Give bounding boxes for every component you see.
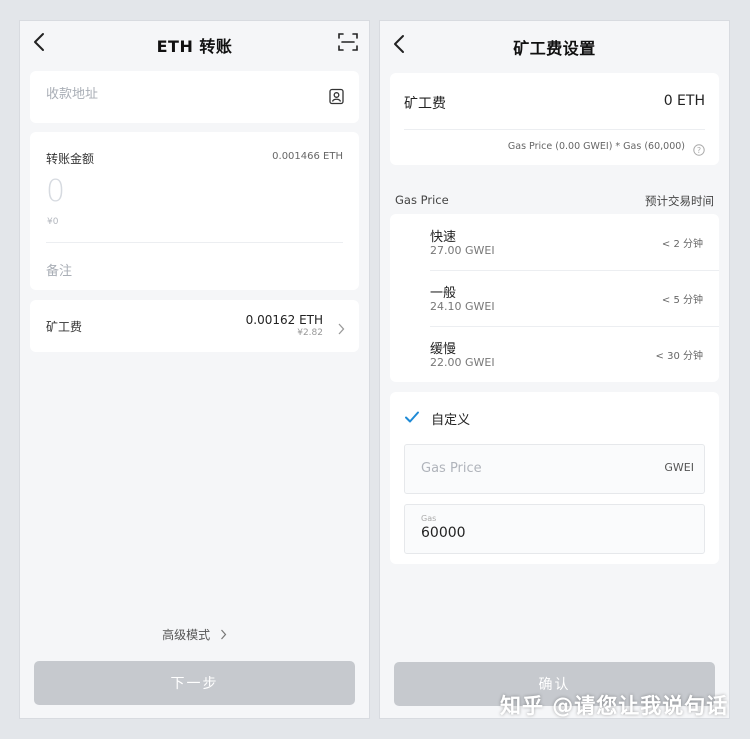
scan-icon[interactable]	[337, 31, 359, 53]
checkmark-icon	[404, 409, 420, 428]
contact-book-icon[interactable]	[328, 88, 345, 109]
address-card	[30, 71, 359, 123]
fee-label: 矿工费	[46, 320, 83, 334]
speed-option-slow[interactable]: 缓慢 22.00 GWEI < 30 分钟	[390, 326, 719, 382]
next-step-button[interactable]: 下一步	[34, 661, 355, 705]
page-title: ETH 转账	[156, 37, 233, 56]
speed-option-fast[interactable]: 快速 27.00 GWEI < 2 分钟	[390, 214, 719, 270]
speed-name: 缓慢	[430, 342, 457, 357]
gas-price-header: Gas Price	[395, 193, 449, 207]
divider	[404, 129, 705, 130]
amount-card: 转账金额 0.001466 ETH 0 ¥0 备注	[30, 132, 359, 290]
recipient-address-input[interactable]	[46, 87, 316, 102]
speed-options-card: 快速 27.00 GWEI < 2 分钟 一般 24.10 GWEI < 5 分…	[390, 214, 719, 382]
speed-time: < 5 分钟	[661, 295, 703, 306]
custom-label: 自定义	[431, 413, 471, 428]
svg-text:?: ?	[697, 146, 701, 155]
eth-transfer-screen: ETH 转账 转账金额 0.001466 ETH 0 ¥0 备注 矿工费 0.0…	[19, 20, 370, 719]
speed-name: 一般	[430, 286, 457, 301]
gas-input[interactable]: Gas 60000	[404, 504, 705, 554]
speed-price: 24.10 GWEI	[430, 300, 495, 313]
gas-price-unit: GWEI	[664, 461, 694, 474]
fiat-value: ¥0	[47, 217, 59, 227]
gas-price-input[interactable]: Gas Price GWEI	[404, 444, 705, 494]
custom-option[interactable]: 自定义	[404, 408, 471, 428]
fee-value: 0 ETH	[663, 93, 705, 109]
nav-bar: 矿工费设置	[380, 21, 729, 63]
watermark: 知乎 @请您让我说句话	[500, 694, 729, 718]
speed-option-normal[interactable]: 一般 24.10 GWEI < 5 分钟	[390, 270, 719, 326]
speed-time: < 30 分钟	[655, 351, 703, 362]
speed-price: 27.00 GWEI	[430, 244, 495, 257]
help-icon[interactable]: ?	[693, 141, 705, 160]
gas-price-placeholder: Gas Price	[421, 461, 482, 476]
gas-value: 60000	[421, 525, 466, 541]
chevron-right-icon	[337, 320, 345, 339]
fee-row[interactable]: 矿工费 0.00162 ETH ¥2.82	[30, 300, 359, 352]
advanced-mode-link[interactable]: 高级模式	[20, 626, 369, 643]
fee-fiat: ¥2.82	[297, 328, 323, 338]
note-input[interactable]: 备注	[46, 260, 72, 279]
fee-label: 矿工费	[404, 96, 446, 112]
page-title: 矿工费设置	[513, 39, 596, 58]
speed-name: 快速	[430, 230, 457, 245]
advanced-mode-label: 高级模式	[162, 628, 211, 642]
amount-input[interactable]: 0	[46, 174, 65, 209]
fee-summary-card: 矿工费 0 ETH Gas Price (0.00 GWEI) * Gas (6…	[390, 73, 719, 165]
nav-bar: ETH 转账	[20, 21, 369, 63]
divider	[46, 242, 343, 243]
custom-fee-card: 自定义 Gas Price GWEI Gas 60000	[390, 392, 719, 564]
speed-time: < 2 分钟	[661, 239, 703, 250]
speed-price: 22.00 GWEI	[430, 356, 495, 369]
fee-formula: Gas Price (0.00 GWEI) * Gas (60,000)	[507, 141, 685, 152]
estimated-time-header: 预计交易时间	[645, 194, 714, 208]
balance-text: 0.001466 ETH	[272, 151, 343, 162]
fee-settings-screen: 矿工费设置 矿工费 0 ETH Gas Price (0.00 GWEI) * …	[379, 20, 730, 719]
gas-label: Gas	[421, 514, 437, 523]
amount-label: 转账金额	[46, 152, 95, 166]
chevron-right-icon	[220, 629, 227, 643]
fee-eth: 0.00162 ETH	[245, 313, 323, 327]
